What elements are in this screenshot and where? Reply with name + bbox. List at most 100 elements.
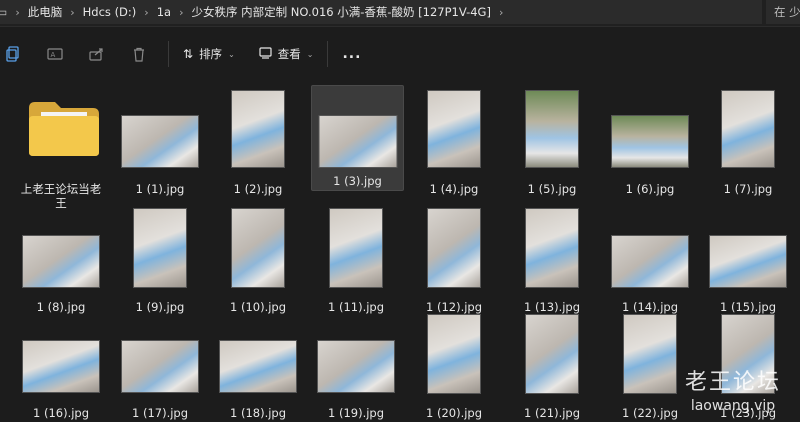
chevron-right-icon[interactable]: ›: [499, 6, 503, 19]
file-name: 1 (9).jpg: [135, 300, 185, 314]
file-item[interactable]: 1 (10).jpg: [209, 208, 307, 314]
file-name: 1 (20).jpg: [425, 406, 483, 420]
image-thumbnail: [329, 208, 383, 288]
folder-item[interactable]: 上老王论坛当老王: [12, 90, 110, 212]
image-thumbnail: [525, 208, 579, 288]
image-thumbnail: [427, 90, 481, 168]
chevron-down-icon: ⌄: [306, 49, 314, 59]
file-name: 1 (4).jpg: [429, 182, 479, 196]
watermark-cn-text: 老王论坛: [684, 370, 781, 395]
file-name: 1 (19).jpg: [327, 406, 385, 420]
file-item[interactable]: 1 (14).jpg: [601, 208, 699, 314]
top-bar: ▭ › 此电脑 › Hdcs (D:) › 1a › 少女秩序 内部定制 NO.…: [0, 0, 800, 27]
share-icon[interactable]: [86, 43, 108, 65]
file-name: 1 (6).jpg: [625, 182, 675, 196]
file-name: 1 (11).jpg: [327, 300, 385, 314]
file-name: 1 (2).jpg: [233, 182, 283, 196]
watermark-en-text: laowang.vip: [690, 398, 776, 414]
address-bar[interactable]: ▭ › 此电脑 › Hdcs (D:) › 1a › 少女秩序 内部定制 NO.…: [0, 0, 762, 24]
file-name: 1 (15).jpg: [719, 300, 777, 314]
svg-text:A: A: [51, 51, 56, 59]
file-item-selected[interactable]: 1 (3).jpg: [311, 85, 404, 191]
search-input[interactable]: 在 少: [766, 0, 800, 24]
file-name: 1 (8).jpg: [36, 300, 86, 314]
file-item[interactable]: 1 (17).jpg: [111, 314, 209, 420]
image-thumbnail: [231, 90, 285, 168]
chevron-down-icon: ⌄: [228, 49, 235, 59]
pc-icon: ▭: [0, 5, 8, 19]
image-thumbnail: [427, 208, 481, 288]
toolbar-divider: [168, 41, 169, 67]
copy-icon[interactable]: [2, 43, 24, 65]
image-thumbnail: [121, 340, 199, 393]
image-thumbnail: [22, 340, 100, 393]
file-name: 1 (1).jpg: [135, 182, 185, 196]
file-name: 1 (10).jpg: [229, 300, 287, 314]
file-item[interactable]: 1 (16).jpg: [12, 314, 110, 420]
image-thumbnail: [721, 90, 775, 168]
image-thumbnail: [709, 235, 787, 288]
breadcrumb-this-pc[interactable]: 此电脑: [28, 4, 63, 20]
file-name: 1 (12).jpg: [425, 300, 483, 314]
image-thumbnail: [427, 314, 481, 394]
image-thumbnail: [317, 340, 395, 393]
chevron-right-icon: ›: [179, 5, 184, 19]
file-item[interactable]: 1 (4).jpg: [405, 90, 503, 196]
image-thumbnail: [22, 235, 100, 288]
sort-label: 排序: [199, 47, 223, 61]
view-icon: [259, 46, 272, 62]
folder-name: 上老王论坛当老王: [20, 182, 102, 210]
file-item[interactable]: 1 (15).jpg: [699, 208, 797, 314]
file-name: 1 (16).jpg: [32, 406, 90, 420]
file-item[interactable]: 1 (6).jpg: [601, 90, 699, 196]
image-thumbnail: [525, 314, 579, 394]
file-item[interactable]: 1 (8).jpg: [12, 208, 110, 314]
file-item[interactable]: 1 (9).jpg: [111, 208, 209, 314]
file-item[interactable]: 1 (1).jpg: [111, 90, 209, 196]
image-thumbnail: [121, 115, 199, 168]
toolbar-divider: [327, 41, 329, 67]
file-item[interactable]: 1 (5).jpg: [503, 90, 601, 196]
sort-icon: ⇅: [183, 47, 194, 61]
rename-icon[interactable]: A: [44, 43, 66, 65]
sort-button[interactable]: ⇅ 排序 ⌄: [183, 46, 235, 62]
file-name: 1 (14).jpg: [621, 300, 679, 314]
image-thumbnail: [133, 208, 187, 288]
breadcrumb-current-folder[interactable]: 少女秩序 内部定制 NO.016 小满-香蕉-酸奶 [127P1V-4G]: [191, 4, 490, 20]
image-thumbnail: [219, 340, 297, 393]
file-item[interactable]: 1 (20).jpg: [405, 314, 503, 420]
file-item[interactable]: 1 (12).jpg: [405, 208, 503, 314]
folder-icon: [27, 98, 101, 158]
file-item[interactable]: 1 (19).jpg: [307, 314, 405, 420]
file-item[interactable]: 1 (13).jpg: [503, 208, 601, 314]
file-name: 1 (7).jpg: [723, 182, 773, 196]
chevron-right-icon: ›: [15, 5, 20, 19]
file-name: 1 (3).jpg: [333, 174, 382, 188]
file-name: 1 (5).jpg: [527, 182, 577, 196]
file-name: 1 (21).jpg: [523, 406, 581, 420]
chevron-right-icon: ›: [70, 5, 75, 19]
image-thumbnail: [231, 208, 285, 288]
file-name: 1 (13).jpg: [523, 300, 581, 314]
breadcrumb-folder-1a[interactable]: 1a: [157, 5, 171, 19]
image-thumbnail: [318, 115, 397, 168]
view-label: 查看: [277, 47, 301, 61]
file-name: 1 (18).jpg: [229, 406, 287, 420]
image-thumbnail: [525, 90, 579, 168]
file-item[interactable]: 1 (11).jpg: [307, 208, 405, 314]
more-options-button[interactable]: ...: [342, 46, 361, 62]
file-name: 1 (17).jpg: [131, 406, 189, 420]
image-thumbnail: [611, 235, 689, 288]
delete-icon[interactable]: [128, 43, 150, 65]
chevron-right-icon: ›: [144, 5, 149, 19]
image-thumbnail: [611, 115, 689, 168]
view-button[interactable]: 查看 ⌄: [259, 46, 314, 62]
file-item[interactable]: 1 (2).jpg: [209, 90, 307, 196]
command-toolbar: A ⇅ 排序 ⌄ 查看 ⌄ ...: [0, 26, 800, 82]
more-label: ...: [342, 46, 362, 62]
file-item[interactable]: 1 (18).jpg: [209, 314, 307, 420]
file-item[interactable]: 1 (7).jpg: [699, 90, 797, 196]
breadcrumb-drive[interactable]: Hdcs (D:): [83, 5, 137, 19]
site-watermark: 老王论坛 laowang.vip: [668, 364, 798, 420]
file-item[interactable]: 1 (21).jpg: [503, 314, 601, 420]
